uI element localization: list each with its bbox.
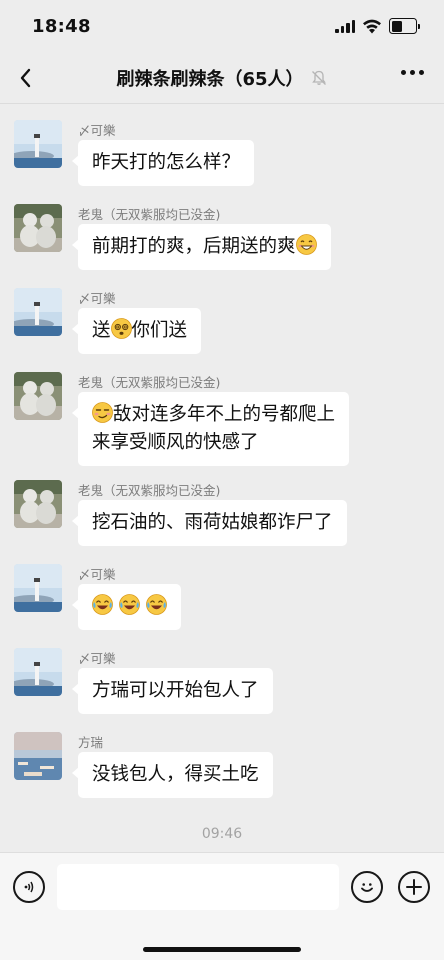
message-bubble[interactable]: 挖石油的、雨荷姑娘都诈尸了 [72,500,347,546]
nav-bar: 刷辣条刷辣条（65人） [0,52,444,104]
message-bubble[interactable]: 前期打的爽，后期送的爽 [72,224,331,270]
sender-name: 老鬼（无双紫服均已没金) [78,483,221,498]
message-bubble[interactable] [72,584,181,630]
avatar[interactable] [14,480,62,528]
avatar[interactable] [14,648,62,696]
message-list[interactable]: 〆可樂 昨天打的怎么样？ 老鬼（无双紫服均已没金) 前期打的爽，后期送的爽 〆可… [0,104,444,852]
sender-name: 方瑞 [78,735,104,750]
chevron-left-icon[interactable] [14,64,40,92]
grin-emoji [295,234,317,255]
message-text: 方瑞可以开始包人了 [92,680,259,701]
message-bubble[interactable]: 敌对连多年不上的号都爬上 来享受顺风的快感了 [71,392,350,466]
message-bubble[interactable]: 方瑞可以开始包人了 [72,668,273,714]
message-text-line1: 敌对连多年不上的号都爬上 [113,404,336,425]
avatar[interactable] [14,204,62,252]
avatar[interactable] [14,288,62,336]
more-icon[interactable] [401,70,424,75]
sender-name: 〆可樂 [78,291,116,306]
plus-icon[interactable] [398,871,430,903]
message-bubble[interactable]: 昨天打的怎么样？ [71,140,255,186]
status-bar: 18:48 [0,0,444,52]
message-text-before: 送 [92,320,111,341]
dizzy-emoji [110,318,132,339]
chat-title: 刷辣条刷辣条（65人） [116,68,304,90]
status-icons [335,18,420,34]
laugh-cry-emoji [92,594,113,615]
laugh-cry-emoji [118,594,140,615]
home-indicator [143,947,301,952]
sender-name: 〆可樂 [78,651,116,666]
signal-icon [335,19,355,33]
message-text: 你们送 [131,320,188,341]
smirk-emoji [92,402,113,423]
battery-icon [389,18,420,34]
avatar[interactable] [14,120,62,168]
message-input[interactable] [57,864,339,910]
bell-off-icon [311,70,326,85]
timestamp: 09:46 [201,826,243,842]
laugh-cry-emoji [145,594,167,615]
wifi-icon [363,19,381,34]
chat-screen: 18:48 刷辣条刷辣条（65人） 〆可樂 昨天打的怎么样？ 老鬼（无双紫服均已… [0,0,444,960]
avatar[interactable] [14,732,62,780]
nav-title-wrap: 刷辣条刷辣条（65人） [116,65,327,91]
message-text: 没钱包人，得买土吃 [92,764,259,785]
input-bar [0,852,444,960]
status-time: 18:48 [32,15,91,37]
voice-icon[interactable] [13,871,45,903]
sender-name: 〆可樂 [78,567,116,582]
sender-name: 〆可樂 [78,123,116,138]
message-text-line2: 来享受顺风的快感了 [92,432,259,453]
avatar[interactable] [14,564,62,612]
message-bubble[interactable]: 没钱包人，得买土吃 [72,752,273,798]
sender-name: 老鬼（无双紫服均已没金) [78,207,221,222]
message-text: 挖石油的、雨荷姑娘都诈尸了 [92,512,333,533]
message-text: 前期打的爽，后期送的爽 [92,236,296,257]
message-text: 昨天打的怎么样？ [92,152,241,173]
avatar[interactable] [14,372,62,420]
smile-icon[interactable] [351,871,383,903]
sender-name: 老鬼（无双紫服均已没金) [78,375,221,390]
message-bubble[interactable]: 送 你们送 [71,308,202,354]
